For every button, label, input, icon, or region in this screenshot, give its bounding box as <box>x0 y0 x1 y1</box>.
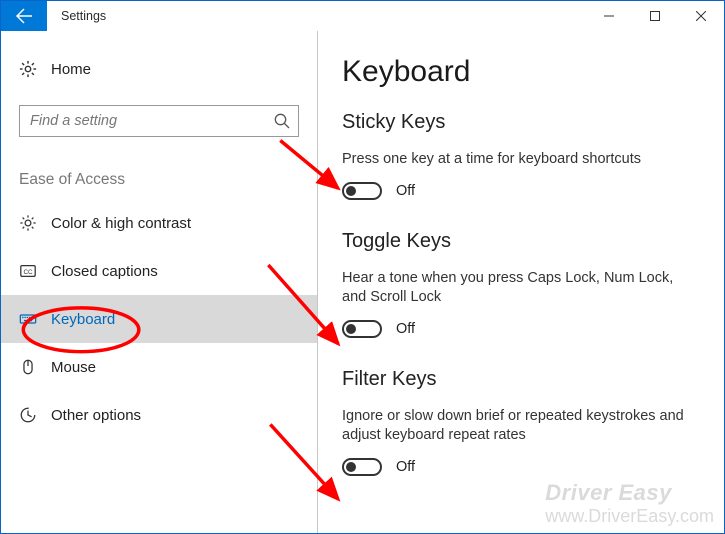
sidebar-item-label: Other options <box>51 407 141 424</box>
close-icon <box>696 11 706 21</box>
keyboard-icon <box>19 310 37 328</box>
togglekeys-toggle-row: Off <box>342 320 700 338</box>
brightness-icon <box>19 214 37 232</box>
toggle-keys-toggle[interactable] <box>342 320 382 338</box>
watermark-brand: Driver Easy <box>545 480 672 505</box>
sidebar-item-keyboard[interactable]: Keyboard <box>1 295 317 343</box>
mouse-icon <box>19 358 37 376</box>
nav-list: Color & high contrast CC Closed captions… <box>1 199 317 439</box>
filterkeys-toggle-state: Off <box>396 459 415 475</box>
togglekeys-toggle-state: Off <box>396 321 415 337</box>
back-button[interactable] <box>1 1 47 31</box>
filterkeys-toggle-row: Off <box>342 458 700 476</box>
sidebar-item-label: Keyboard <box>51 311 115 328</box>
home-button[interactable]: Home <box>1 55 317 83</box>
section-toggle-desc: Hear a tone when you press Caps Lock, Nu… <box>342 269 700 308</box>
toggle-knob <box>346 186 356 196</box>
section-filter-title: Filter Keys <box>342 368 700 391</box>
svg-text:CC: CC <box>23 269 33 276</box>
close-button[interactable] <box>678 1 724 31</box>
settings-window: Settings <box>0 0 725 534</box>
page-title: Keyboard <box>342 55 700 89</box>
search-input[interactable] <box>19 105 299 137</box>
sidebar: Home Ease of Access Color & high contras… <box>1 31 318 533</box>
minimize-button[interactable] <box>586 1 632 31</box>
gear-icon <box>19 60 37 78</box>
sidebar-item-mouse[interactable]: Mouse <box>1 343 317 391</box>
content-pane: Keyboard Sticky Keys Press one key at a … <box>318 31 724 533</box>
toggle-knob <box>346 462 356 472</box>
clock-icon <box>19 406 37 424</box>
watermark: Driver Easy www.DriverEasy.com <box>545 480 714 527</box>
back-arrow-icon <box>16 8 32 24</box>
sidebar-item-other-options[interactable]: Other options <box>1 391 317 439</box>
minimize-icon <box>604 11 614 21</box>
titlebar: Settings <box>1 1 724 31</box>
sticky-toggle-row: Off <box>342 182 700 200</box>
cc-icon: CC <box>19 262 37 280</box>
maximize-icon <box>650 11 660 21</box>
watermark-url: www.DriverEasy.com <box>545 506 714 526</box>
window-title: Settings <box>47 1 106 31</box>
sidebar-item-color-contrast[interactable]: Color & high contrast <box>1 199 317 247</box>
filter-keys-toggle[interactable] <box>342 458 382 476</box>
maximize-button[interactable] <box>632 1 678 31</box>
home-label: Home <box>51 61 91 78</box>
sticky-toggle-state: Off <box>396 183 415 199</box>
toggle-knob <box>346 324 356 334</box>
category-heading: Ease of Access <box>1 137 317 199</box>
sticky-keys-toggle[interactable] <box>342 182 382 200</box>
window-body: Home Ease of Access Color & high contras… <box>1 31 724 533</box>
section-sticky-desc: Press one key at a time for keyboard sho… <box>342 150 700 170</box>
sidebar-item-closed-captions[interactable]: CC Closed captions <box>1 247 317 295</box>
search-wrapper <box>19 105 299 137</box>
titlebar-spacer <box>106 1 586 31</box>
section-sticky-title: Sticky Keys <box>342 111 700 134</box>
section-filter-desc: Ignore or slow down brief or repeated ke… <box>342 407 700 446</box>
sidebar-item-label: Color & high contrast <box>51 215 191 232</box>
search-icon <box>273 112 291 130</box>
sidebar-item-label: Closed captions <box>51 263 158 280</box>
section-toggle-title: Toggle Keys <box>342 230 700 253</box>
sidebar-item-label: Mouse <box>51 359 96 376</box>
